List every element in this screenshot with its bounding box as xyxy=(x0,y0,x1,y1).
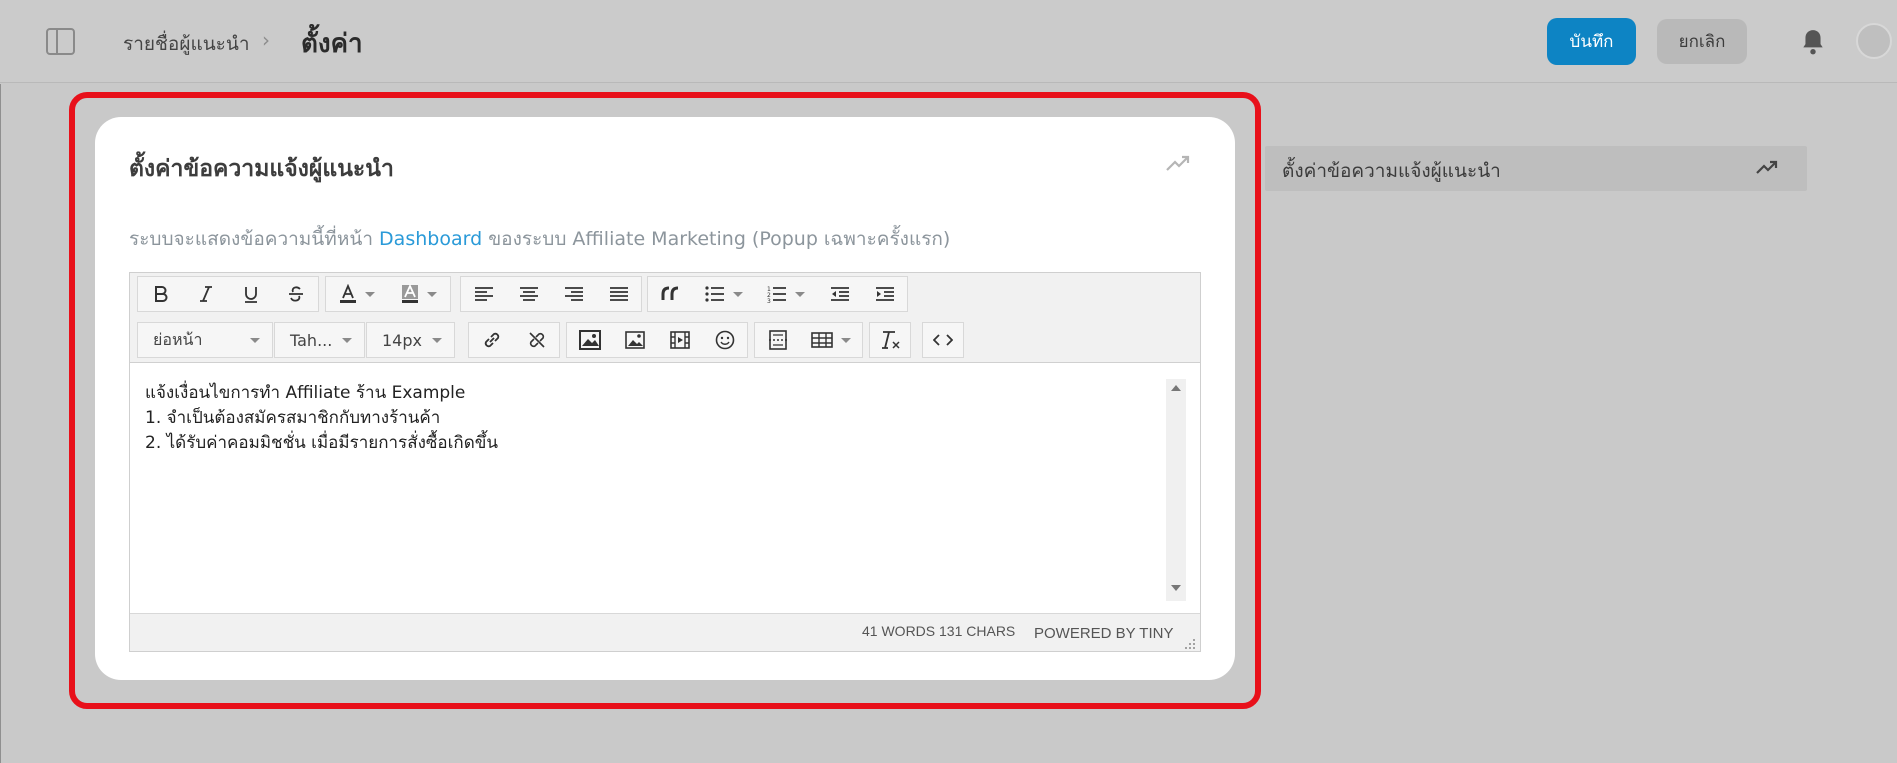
powered-by-link[interactable]: POWERED BY TINY xyxy=(1034,625,1173,642)
editor-statusbar: 41 WORDS 131 CHARS POWERED BY TINY xyxy=(130,613,1200,651)
word-count[interactable]: 41 WORDS 131 CHARS xyxy=(862,623,1015,639)
unlink-icon[interactable] xyxy=(514,323,559,357)
editor-content[interactable]: แจ้งเงื่อนไขการทำ Affiliate ร้าน Example… xyxy=(145,381,498,456)
text-color-icon[interactable] xyxy=(326,277,388,311)
blockquote-icon[interactable] xyxy=(648,277,693,311)
font-family-select[interactable]: Tah... xyxy=(274,322,365,358)
page-break-icon[interactable] xyxy=(755,323,800,357)
italic-icon[interactable] xyxy=(183,277,228,311)
font-family-value: Tah... xyxy=(290,330,333,350)
alignment-group xyxy=(460,276,642,312)
page-title: ตั้งค่า xyxy=(301,29,363,59)
block-group: 123 xyxy=(647,276,908,312)
editor-scrollbar[interactable] xyxy=(1166,379,1186,601)
background-color-icon[interactable] xyxy=(388,277,450,311)
description-text-suffix: ของระบบ Affiliate Marketing (Popup เฉพาะ… xyxy=(488,228,951,250)
resize-handle-icon[interactable] xyxy=(1184,638,1196,650)
breadcrumb[interactable]: รายชื่อผู้แนะนำ xyxy=(123,29,250,59)
underline-icon[interactable] xyxy=(228,277,273,311)
top-bar: รายชื่อผู้แนะนำ › ตั้งค่า บันทึก ยกเลิก xyxy=(0,0,1897,83)
font-size-select[interactable]: 14px xyxy=(366,322,455,358)
content-line: 1. จำเป็นต้องสมัครสมาชิกกับทางร้านค้า xyxy=(145,408,441,428)
clear-format-group xyxy=(869,322,911,358)
bell-icon[interactable] xyxy=(1800,28,1826,56)
trending-up-icon xyxy=(1166,155,1190,171)
align-center-icon[interactable] xyxy=(506,277,551,311)
bullet-list-icon[interactable] xyxy=(693,277,755,311)
scroll-down-arrow-icon[interactable] xyxy=(1171,585,1181,591)
media-group xyxy=(566,322,748,358)
card-title: ตั้งค่าข้อความแจ้งผู้แนะนำ xyxy=(129,156,394,182)
color-group xyxy=(325,276,451,312)
emoji-icon[interactable] xyxy=(702,323,747,357)
paragraph-format-value: ย่อหน้า xyxy=(153,329,203,349)
sidebar-toggle-icon[interactable] xyxy=(46,28,75,55)
indent-icon[interactable] xyxy=(862,277,907,311)
rich-text-editor: 123 ย่อหน้า Tah... 14px แจ้งเงื่อนไขการท… xyxy=(129,272,1201,652)
left-rail xyxy=(0,84,1,763)
content-line: 2. ได้รับค่าคอมมิชชั่น เมื่อมีรายการสั่ง… xyxy=(145,433,498,453)
table-icon[interactable] xyxy=(800,323,862,357)
numbered-list-icon[interactable]: 123 xyxy=(755,277,817,311)
bold-icon[interactable] xyxy=(138,277,183,311)
paragraph-format-select[interactable]: ย่อหน้า xyxy=(137,322,273,358)
description-text: ระบบจะแสดงข้อความนี้ที่หน้า xyxy=(129,228,373,250)
link-icon[interactable] xyxy=(469,323,514,357)
card-description: ระบบจะแสดงข้อความนี้ที่หน้า Dashboard ขอ… xyxy=(129,224,950,254)
clear-formatting-icon[interactable] xyxy=(870,323,910,357)
dashboard-link[interactable]: Dashboard xyxy=(379,228,482,250)
side-nav-item[interactable]: ตั้งค่าข้อความแจ้งผู้แนะนำ xyxy=(1265,146,1807,191)
insert-group xyxy=(754,322,863,358)
avatar[interactable] xyxy=(1856,23,1892,59)
align-justify-icon[interactable] xyxy=(596,277,641,311)
align-right-icon[interactable] xyxy=(551,277,596,311)
outdent-icon[interactable] xyxy=(817,277,862,311)
font-size-value: 14px xyxy=(382,330,422,350)
align-left-icon[interactable] xyxy=(461,277,506,311)
trending-up-icon xyxy=(1756,160,1778,174)
media-icon[interactable] xyxy=(657,323,702,357)
link-group xyxy=(468,322,560,358)
side-nav-item-label: ตั้งค่าข้อความแจ้งผู้แนะนำ xyxy=(1282,160,1501,182)
source-code-icon[interactable] xyxy=(923,323,963,357)
content-line: แจ้งเงื่อนไขการทำ Affiliate ร้าน Example xyxy=(145,383,466,403)
image-gallery-icon[interactable] xyxy=(567,323,612,357)
strikethrough-icon[interactable] xyxy=(273,277,318,311)
scroll-up-arrow-icon[interactable] xyxy=(1171,385,1181,391)
breadcrumb-chevron-icon: › xyxy=(262,28,270,52)
editor-toolbar: 123 ย่อหน้า Tah... 14px xyxy=(130,273,1200,363)
image-icon[interactable] xyxy=(612,323,657,357)
text-style-group xyxy=(137,276,319,312)
svg-text:3: 3 xyxy=(767,298,771,303)
cancel-button[interactable]: ยกเลิก xyxy=(1657,19,1747,64)
code-group xyxy=(922,322,964,358)
save-button[interactable]: บันทึก xyxy=(1547,18,1636,65)
